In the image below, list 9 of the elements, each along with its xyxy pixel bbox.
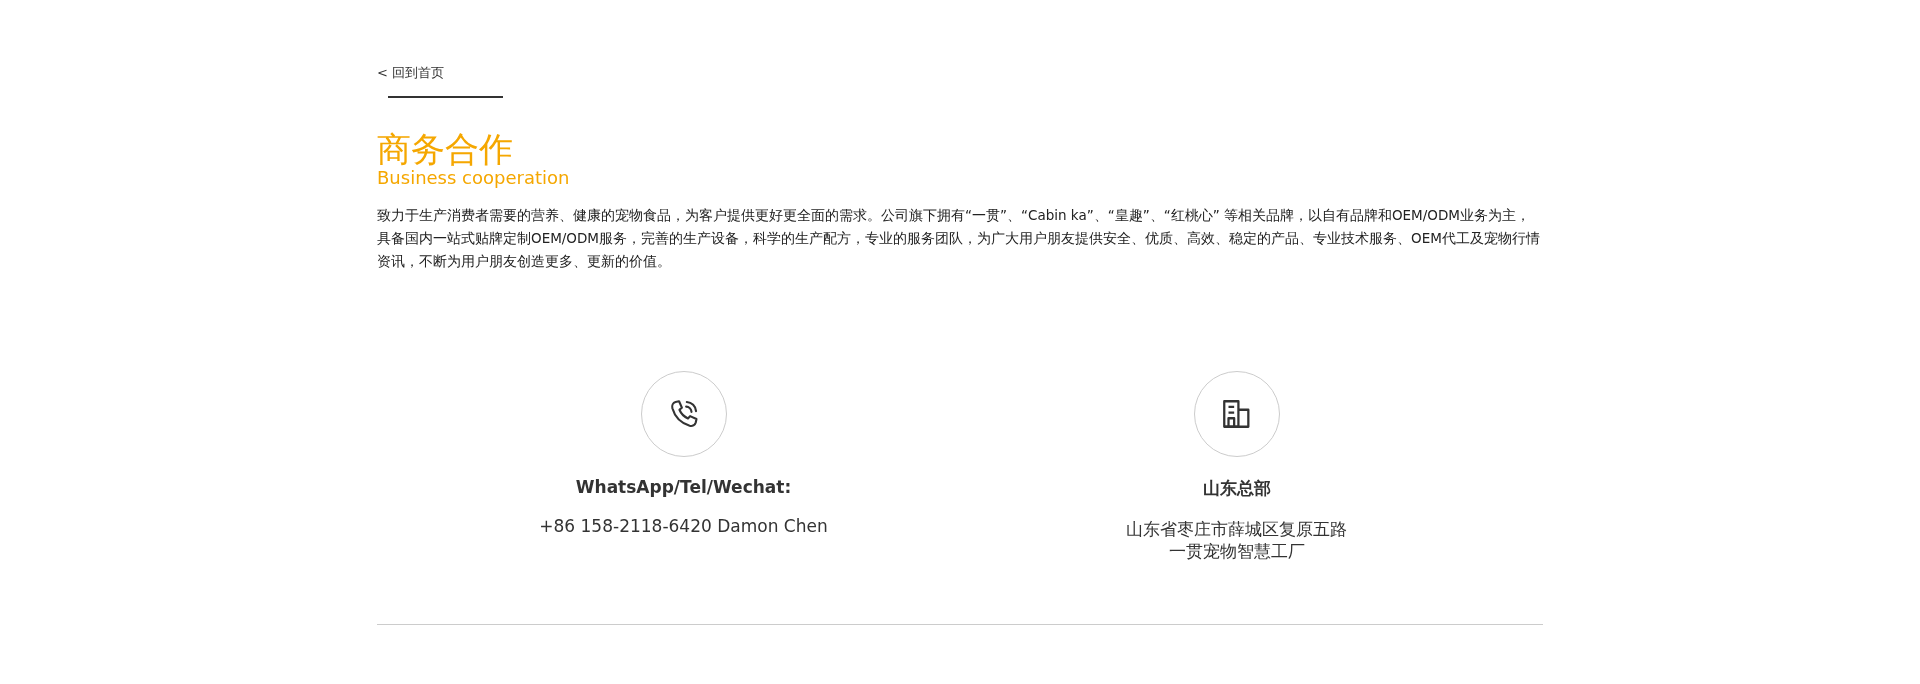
intro-paragraph: 致力于生产消费者需要的营养、健康的宠物食品，为客户提供更好更全面的需求。公司旗下拥有“一贯”、“Cabin ka”、“皇趣”、“红桃心” 等相关品牌，以自有品牌和OEM/ODM业务为主，具备国内一站式贴牌定制OEM/ODM服务，完善的生产设备，科学的生产配方，专业的服务团队，为广大用户朋友提供安全、优质、高效、稳定的产品、专业技术服务、OEM代工及宠物行情资讯，不断为用户朋友创造更多、更新的价值。 (377, 206, 1541, 271)
back-link[interactable]: < 回到首页 (377, 64, 445, 82)
contact-text: +86 158-2118-6420 Damon Chen (539, 515, 828, 537)
contact-text: 一贯宠物智慧工厂 (1167, 540, 1306, 562)
contact-title: WhatsApp/Tel/Wechat: (575, 477, 792, 497)
page-subtitle: Business cooperation (377, 168, 571, 188)
contact-title: 山东总部 (1202, 477, 1271, 500)
contact-text: 山东省枣庄市薛城区复原五路 (1126, 518, 1347, 540)
page-title: 商务合作 (377, 130, 514, 168)
